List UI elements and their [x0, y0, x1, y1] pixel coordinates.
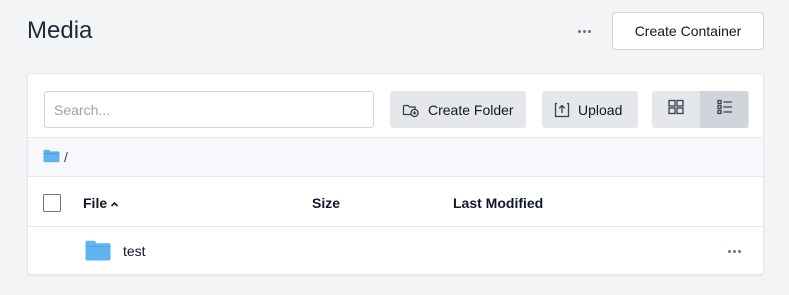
table-header: File Size Last Modified [28, 177, 763, 227]
create-folder-button[interactable]: Create Folder [390, 91, 526, 128]
grid-view-button[interactable] [652, 91, 700, 128]
folder-icon[interactable] [43, 149, 60, 166]
folder-icon [85, 240, 111, 264]
view-mode-toggle [652, 91, 749, 128]
column-header-size[interactable]: Size [312, 193, 340, 213]
sort-ascending-icon [110, 193, 119, 213]
list-icon [716, 99, 733, 120]
file-column-label: File [83, 195, 108, 211]
breadcrumb-root[interactable]: / [64, 149, 68, 165]
list-view-button[interactable] [700, 91, 748, 128]
column-header-file[interactable]: File [83, 193, 119, 213]
create-folder-label: Create Folder [428, 101, 514, 118]
select-all-checkbox[interactable] [43, 194, 61, 212]
page-title: Media [27, 17, 93, 44]
file-name[interactable]: test [123, 242, 146, 260]
grid-icon [668, 99, 684, 120]
upload-icon [554, 102, 570, 118]
media-panel: Create Folder Upload [27, 73, 764, 275]
search-input[interactable] [44, 91, 374, 128]
folder-plus-icon [402, 102, 420, 118]
row-more-options-icon[interactable] [725, 242, 743, 260]
upload-label: Upload [578, 101, 623, 118]
breadcrumb: / [28, 137, 763, 177]
table-row[interactable]: test [28, 227, 763, 274]
create-container-button[interactable]: Create Container [612, 12, 764, 50]
more-options-icon[interactable] [575, 22, 593, 40]
upload-button[interactable]: Upload [542, 91, 638, 128]
column-header-last-modified[interactable]: Last Modified [453, 193, 543, 213]
